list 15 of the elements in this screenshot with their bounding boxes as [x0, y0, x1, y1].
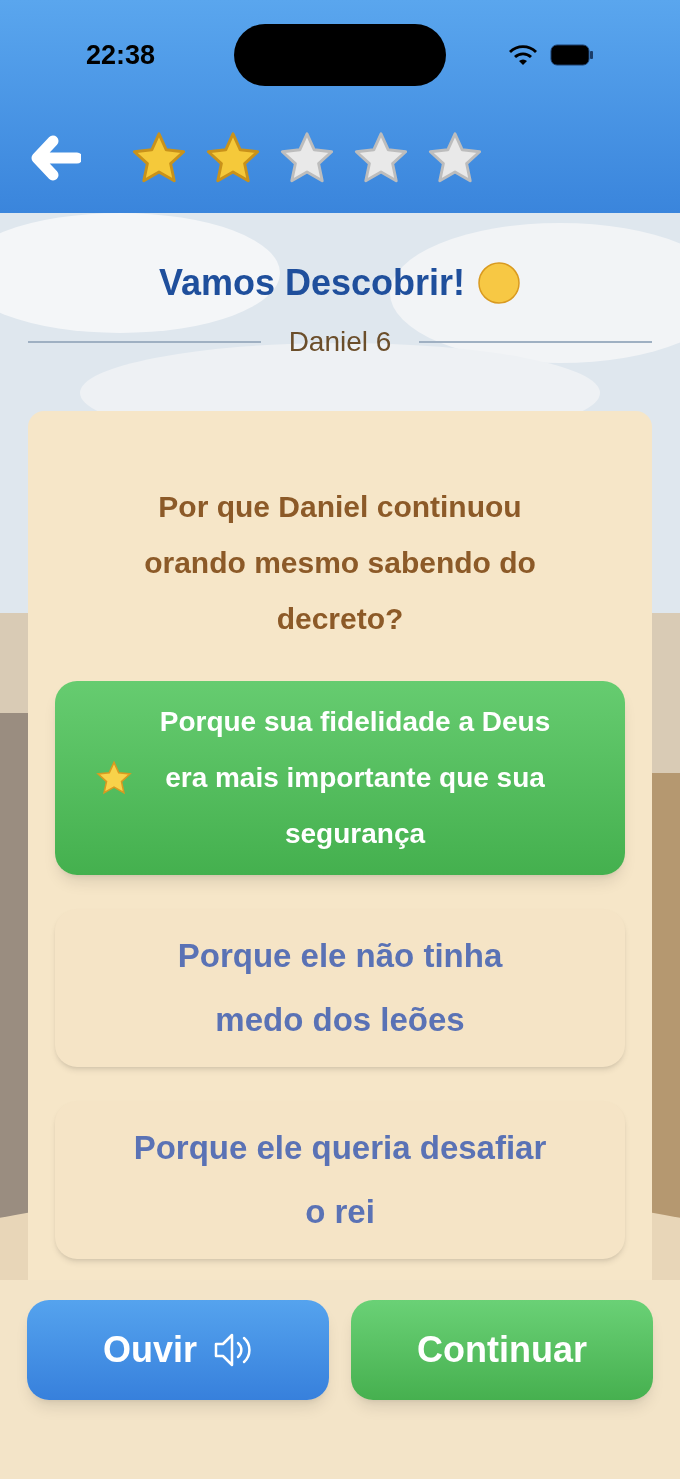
continue-button[interactable]: Continuar: [351, 1300, 653, 1400]
emoji-icon: [477, 261, 522, 305]
answer-option[interactable]: Porque ele queria desafiar o rei: [55, 1101, 625, 1259]
bible-reference: Daniel 6: [288, 325, 392, 359]
battery-icon: [550, 44, 594, 66]
page-title: Vamos Descobrir!: [158, 261, 466, 305]
star-icon: [95, 760, 133, 796]
speaker-icon: [213, 1332, 253, 1368]
answer-option[interactable]: Porque sua fidelidade a Deus era mais importante que sua segurança: [55, 681, 625, 875]
answer-option[interactable]: Porque ele não tinha medo dos leões: [55, 909, 625, 1067]
back-arrow-icon: [31, 134, 81, 181]
status-time: 22:38: [86, 38, 156, 72]
listen-button[interactable]: Ouvir: [27, 1300, 329, 1400]
wifi-icon: [508, 44, 538, 66]
question-text: Por que Daniel continuou orando mesmo sabendo do decreto?: [143, 489, 537, 637]
